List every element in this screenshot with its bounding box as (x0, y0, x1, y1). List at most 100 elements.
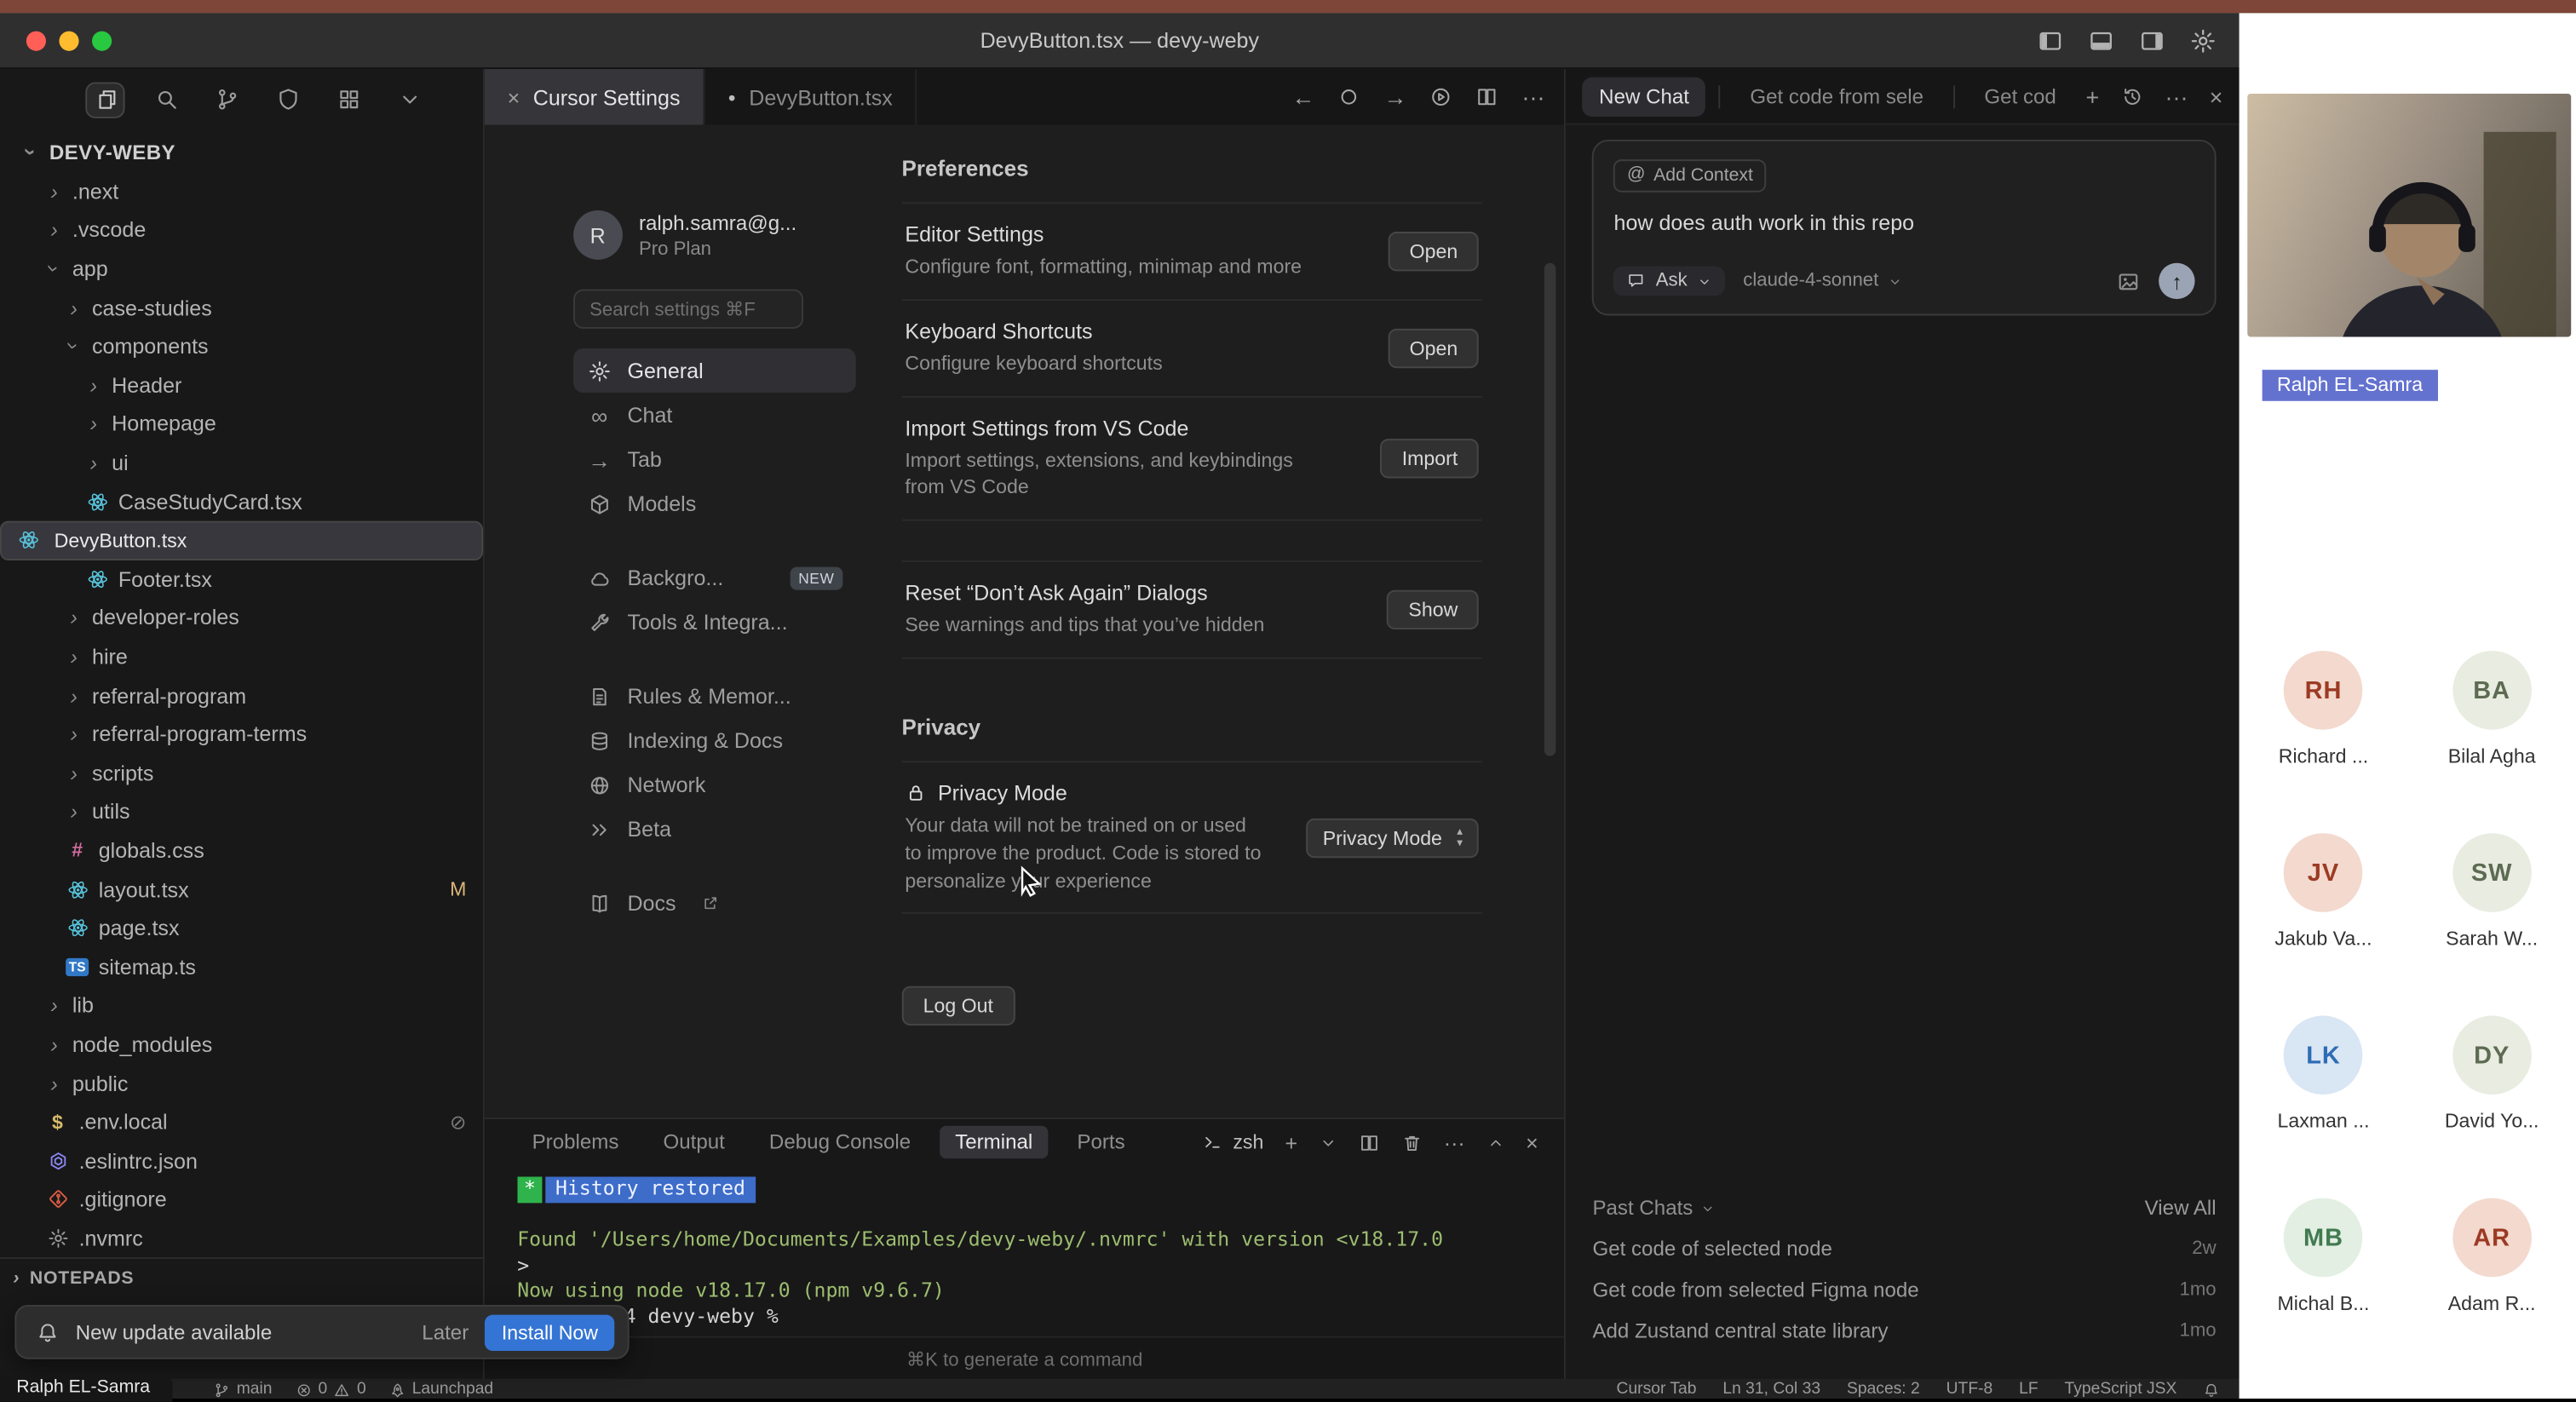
settings-search-input[interactable]: Search settings ⌘F (573, 290, 803, 329)
close-chat-icon[interactable]: × (2210, 84, 2223, 107)
tree-item[interactable]: ›components (0, 327, 483, 366)
error-count[interactable]: 00 (296, 1381, 366, 1399)
tab-get-code-2[interactable]: Get cod (1968, 77, 2073, 116)
toggle-panel-icon[interactable] (2088, 27, 2114, 54)
launchpad-item[interactable]: Launchpad (389, 1381, 493, 1399)
tree-item[interactable]: .eslintrc.json (0, 1141, 483, 1181)
remote-view-button[interactable] (329, 82, 368, 118)
import-settings-button[interactable]: Import (1381, 439, 1480, 478)
maximize-window-button[interactable] (92, 31, 112, 50)
participant-tile[interactable]: SW Sarah W... (2413, 833, 2571, 950)
view-all-link[interactable]: View All (2145, 1197, 2217, 1220)
tab-get-code-1[interactable]: Get code from sele (1734, 77, 1940, 116)
mode-selector[interactable]: Ask (1614, 267, 1726, 296)
nav-back-icon[interactable]: ← (1292, 85, 1315, 108)
tree-item[interactable]: ›public (0, 1064, 483, 1103)
toggle-primary-sidebar-icon[interactable] (2037, 27, 2063, 54)
more-actions-icon[interactable]: ··· (2165, 84, 2188, 107)
history-icon[interactable] (2120, 84, 2143, 107)
tree-item[interactable]: $.env.local⊘ (0, 1102, 483, 1141)
nav-forward-icon[interactable]: → (1384, 85, 1407, 108)
tree-item[interactable]: ›.next (0, 172, 483, 211)
tree-item[interactable]: layout.tsxM (0, 870, 483, 909)
run-icon[interactable] (1430, 85, 1453, 108)
tab-ports[interactable]: Ports (1062, 1126, 1140, 1159)
tab-new-chat[interactable]: New Chat (1583, 77, 1705, 116)
maximize-panel-icon[interactable] (1486, 1133, 1504, 1151)
tree-item[interactable]: ›case-studies (0, 288, 483, 327)
tree-item[interactable]: .gitignore (0, 1180, 483, 1219)
settings-scrollbar[interactable] (1545, 263, 1557, 756)
cursor-tab-status[interactable]: Cursor Tab (1617, 1381, 1697, 1399)
tree-item[interactable]: ›scripts (0, 754, 483, 793)
tab-devybutton[interactable]: ● DevyButton.tsx (704, 69, 917, 125)
tree-item[interactable]: .nvmrc (0, 1219, 483, 1258)
privacy-mode-select[interactable]: Privacy Mode ▴▾ (1306, 818, 1479, 857)
settings-nav-general[interactable]: General (573, 348, 856, 393)
presenter-video-tile[interactable] (2247, 94, 2571, 337)
notifications-bell-icon[interactable] (2203, 1382, 2219, 1398)
participant-tile[interactable]: MB Michal B... (2245, 1198, 2402, 1315)
chevron-down-icon[interactable] (1319, 1133, 1337, 1151)
tree-item[interactable]: ›Header (0, 365, 483, 405)
settings-nav-network[interactable]: Network (573, 762, 856, 807)
circle-icon[interactable] (1338, 85, 1361, 108)
tab-debug-console[interactable]: Debug Console (755, 1126, 926, 1159)
tree-item[interactable]: ›utils (0, 792, 483, 831)
toggle-secondary-sidebar-icon[interactable] (2139, 27, 2165, 54)
participant-tile[interactable]: LK Laxman ... (2245, 1015, 2402, 1132)
settings-nav-rules[interactable]: Rules & Memor... (573, 674, 856, 718)
tree-item[interactable]: ›Homepage (0, 405, 483, 444)
split-terminal-icon[interactable] (1358, 1131, 1379, 1152)
tree-root[interactable]: ›DEVY-WEBY (0, 133, 483, 172)
participant-tile[interactable]: DY David Yo... (2413, 1015, 2571, 1132)
settings-nav-beta[interactable]: Beta (573, 807, 856, 851)
shell-selector[interactable]: zsh (1204, 1130, 1264, 1153)
settings-nav-docs[interactable]: Docs (573, 881, 856, 925)
split-editor-icon[interactable] (1476, 85, 1499, 108)
more-actions-icon[interactable]: ··· (1522, 85, 1545, 108)
open-keyboard-shortcuts-button[interactable]: Open (1389, 328, 1480, 367)
close-panel-icon[interactable]: × (1526, 1131, 1538, 1152)
tree-item[interactable]: ›developer-roles (0, 599, 483, 638)
tree-item[interactable]: ›hire (0, 637, 483, 676)
tree-item[interactable]: ›node_modules (0, 1025, 483, 1064)
account-row[interactable]: R ralph.samra@g... Pro Plan (573, 210, 879, 260)
install-now-button[interactable]: Install Now (486, 1314, 615, 1350)
tree-item[interactable]: page.tsx (0, 909, 483, 948)
source-control-view-button[interactable] (207, 82, 246, 118)
new-chat-icon[interactable]: + (2086, 84, 2100, 107)
tree-item[interactable]: ›referral-program (0, 676, 483, 715)
more-actions-icon[interactable]: ··· (1444, 1131, 1465, 1152)
tab-problems[interactable]: Problems (517, 1126, 634, 1159)
branch-indicator[interactable]: main (214, 1381, 273, 1399)
past-chat-item[interactable]: Get code of selected node2w (1592, 1227, 2216, 1268)
settings-nav-background[interactable]: Backgro...NEW (573, 555, 856, 600)
cursor-position[interactable]: Ln 31, Col 33 (1722, 1381, 1820, 1399)
settings-gear-icon[interactable] (2190, 27, 2217, 54)
settings-nav-models[interactable]: Models (573, 481, 856, 526)
settings-nav-tab[interactable]: →Tab (573, 437, 856, 481)
tree-item[interactable]: #globals.css (0, 831, 483, 871)
minimize-window-button[interactable] (59, 31, 78, 50)
close-window-button[interactable] (26, 31, 46, 50)
extensions-view-button[interactable] (267, 82, 307, 118)
past-chat-item[interactable]: Add Zustand central state library1mo (1592, 1310, 2216, 1351)
eol[interactable]: LF (2019, 1381, 2038, 1399)
add-context-chip[interactable]: @Add Context (1614, 158, 1767, 192)
open-editor-settings-button[interactable]: Open (1389, 232, 1480, 271)
attach-image-icon[interactable] (2116, 268, 2141, 293)
encoding[interactable]: UTF-8 (1946, 1381, 1993, 1399)
chat-input-card[interactable]: @Add Context how does auth work in this … (1592, 140, 2216, 315)
send-button[interactable]: ↑ (2159, 263, 2194, 299)
participant-tile[interactable]: AR Adam R... (2413, 1198, 2571, 1315)
indentation[interactable]: Spaces: 2 (1847, 1381, 1920, 1399)
tab-cursor-settings[interactable]: × Cursor Settings (485, 69, 705, 125)
tree-item[interactable]: ›app (0, 250, 483, 289)
tab-terminal[interactable]: Terminal (940, 1126, 1048, 1159)
later-button[interactable]: Later (422, 1320, 469, 1343)
more-views-button[interactable] (389, 82, 428, 118)
language-mode[interactable]: TypeScript JSX (2065, 1381, 2177, 1399)
model-selector[interactable]: claude-4-sonnet (1743, 271, 1901, 290)
settings-nav-indexing[interactable]: Indexing & Docs (573, 718, 856, 762)
